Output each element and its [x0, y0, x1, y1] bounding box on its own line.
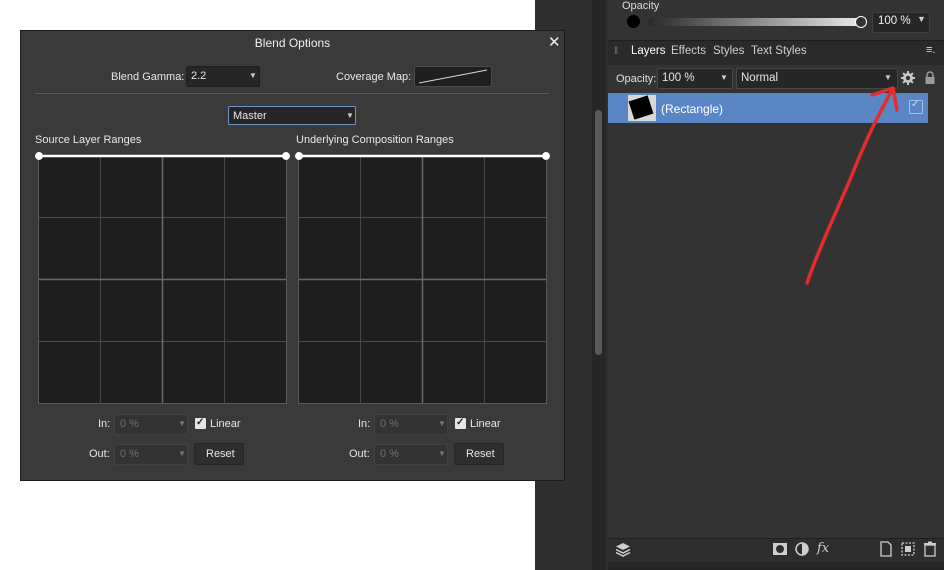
layer-thumbnail — [628, 95, 656, 121]
opacity-value: 100 % — [878, 15, 911, 27]
tab-layers[interactable]: Layers — [631, 45, 666, 57]
checkmark-icon: ✓ — [196, 417, 205, 428]
panel-grip-icon[interactable]: ‖ — [614, 46, 618, 57]
source-out-value: 0 % — [120, 448, 139, 460]
gear-icon[interactable] — [900, 70, 916, 86]
close-icon[interactable]: ✕ — [548, 33, 561, 51]
add-layer-icon[interactable] — [877, 540, 895, 558]
layer-name: (Rectangle) — [661, 102, 724, 116]
underlying-out-value: 0 % — [380, 448, 399, 460]
tab-effects[interactable]: Effects — [671, 45, 706, 57]
tab-text-styles[interactable]: Text Styles — [751, 45, 807, 57]
blend-gamma-label: Blend Gamma: — [111, 71, 185, 83]
checkmark-icon: ✓ — [456, 417, 465, 428]
underlying-range-graph[interactable] — [295, 152, 550, 404]
underlying-in-label: In: — [358, 418, 371, 430]
source-reset-label: Reset — [206, 448, 235, 460]
source-in-label: In: — [98, 418, 111, 430]
layer-opacity-value: 100 % — [662, 72, 695, 84]
chevron-down-icon[interactable]: ▼ — [884, 73, 892, 82]
layers-stack-icon[interactable] — [614, 540, 632, 558]
range-start-handle[interactable] — [295, 152, 303, 160]
chevron-down-icon[interactable]: ▼ — [917, 14, 926, 24]
layer-opacity-label: Opacity: — [616, 73, 657, 85]
adjustment-icon[interactable] — [793, 540, 811, 558]
underlying-out-label: Out: — [349, 448, 370, 460]
underlying-ranges-label: Underlying Composition Ranges — [296, 134, 454, 146]
opacity-slider-handle[interactable] — [855, 16, 867, 28]
chevron-down-icon[interactable]: ▼ — [178, 419, 186, 428]
dialog-title: Blend Options — [254, 36, 331, 50]
lower-panel-strip — [608, 562, 944, 570]
chevron-down-icon[interactable]: ▼ — [346, 111, 354, 120]
channel-value: Master — [233, 110, 267, 122]
tab-styles[interactable]: Styles — [713, 45, 744, 57]
layer-row-rectangle[interactable] — [608, 93, 928, 123]
chevron-down-icon[interactable]: ▼ — [720, 73, 728, 82]
coverage-map-label: Coverage Map: — [336, 71, 412, 83]
blend-gamma-value: 2.2 — [191, 70, 207, 82]
lock-icon[interactable] — [923, 70, 937, 86]
source-linear-label: Linear — [210, 418, 241, 430]
range-end-handle[interactable] — [282, 152, 290, 160]
fx-icon[interactable]: fx — [817, 541, 829, 556]
underlying-in-value: 0 % — [380, 418, 399, 430]
range-end-handle[interactable] — [542, 152, 550, 160]
chevron-down-icon[interactable]: ▼ — [438, 419, 446, 428]
range-start-handle[interactable] — [35, 152, 43, 160]
checkmark-icon: ✓ — [911, 99, 920, 110]
opacity-preview-dot — [627, 15, 640, 28]
opacity-slider[interactable] — [648, 18, 860, 26]
blend-mode-value: Normal — [741, 72, 779, 84]
source-range-graph[interactable] — [35, 152, 290, 404]
scrollbar-thumb[interactable] — [595, 110, 602, 355]
chevron-down-icon[interactable]: ▼ — [178, 449, 186, 458]
dialog-separator — [35, 93, 549, 94]
underlying-linear-label: Linear — [470, 418, 501, 430]
chevron-down-icon[interactable]: ▼ — [249, 71, 257, 80]
trash-icon[interactable] — [921, 540, 939, 558]
brush-opacity-label: Opacity — [622, 0, 660, 12]
chevron-down-icon[interactable]: ▼ — [438, 449, 446, 458]
source-out-label: Out: — [89, 448, 110, 460]
panel-menu-icon[interactable]: ≡. — [926, 44, 935, 56]
group-icon[interactable] — [899, 540, 917, 558]
source-ranges-label: Source Layer Ranges — [35, 134, 142, 146]
underlying-reset-label: Reset — [466, 448, 495, 460]
coverage-map-button[interactable] — [414, 66, 492, 87]
mask-icon[interactable] — [771, 540, 789, 558]
source-in-value: 0 % — [120, 418, 139, 430]
